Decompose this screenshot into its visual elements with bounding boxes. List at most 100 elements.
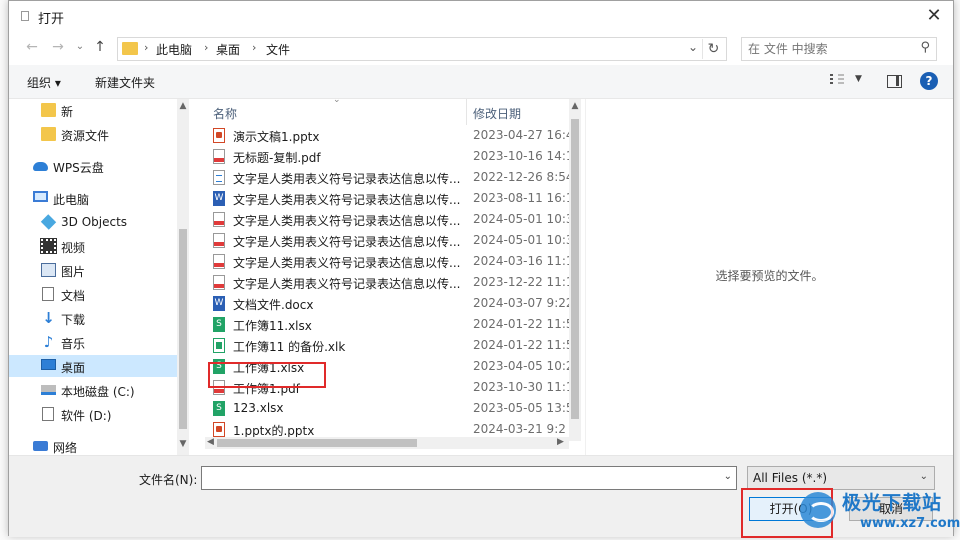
nav-item-label: 本地磁盘 (C:) bbox=[61, 385, 135, 399]
breadcrumb-folder[interactable]: 文件 bbox=[266, 41, 290, 58]
organize-button[interactable]: 组织 ▾ bbox=[27, 74, 61, 91]
file-date: 2024-05-01 10:3 bbox=[473, 233, 569, 247]
file-date: 2022-12-26 8:54 bbox=[473, 170, 569, 184]
pdf-file-icon bbox=[213, 380, 225, 395]
3d-objects-icon bbox=[40, 214, 57, 230]
scroll-thumb[interactable] bbox=[179, 229, 187, 429]
pdf-file-icon bbox=[213, 254, 225, 269]
chevron-down-icon[interactable]: ⌄ bbox=[724, 471, 732, 482]
scroll-up-icon[interactable]: ▲ bbox=[177, 101, 189, 111]
file-name: 文字是人类用表义符号记录表达信息以传... bbox=[233, 214, 461, 228]
scroll-up-icon[interactable]: ▲ bbox=[569, 101, 581, 111]
nav-item-new[interactable]: 新 bbox=[9, 99, 177, 121]
file-list: ⌄ 名称 修改日期 演示文稿1.pptx 2023-04-27 16:4 无标题-复… bbox=[205, 99, 581, 455]
column-name[interactable]: 名称 bbox=[213, 105, 237, 122]
sort-indicator-icon: ⌄ bbox=[333, 99, 341, 105]
file-list-hscrollbar[interactable]: ◀ ▶ bbox=[205, 437, 569, 449]
nav-item-drive-c[interactable]: 本地磁盘 (C:) bbox=[9, 379, 177, 401]
scroll-thumb[interactable] bbox=[217, 439, 417, 447]
column-date[interactable]: 修改日期 bbox=[473, 105, 521, 122]
file-row[interactable]: 文字是人类用表义符号记录表达信息以传... 2023-08-11 16:1 bbox=[205, 188, 569, 209]
scroll-right-icon[interactable]: ▶ bbox=[557, 437, 564, 447]
recent-dropdown-icon[interactable]: ⌄ bbox=[71, 38, 89, 56]
help-icon[interactable]: ? bbox=[920, 72, 938, 90]
nav-item-downloads[interactable]: ↓ 下载 bbox=[9, 307, 177, 329]
filename-field[interactable]: ⌄ bbox=[201, 466, 737, 490]
nav-item-3d-objects[interactable]: 3D Objects bbox=[9, 211, 177, 233]
search-field[interactable]: ⚲ bbox=[741, 37, 937, 61]
nav-item-label: 此电脑 bbox=[53, 193, 90, 207]
scroll-thumb[interactable] bbox=[571, 119, 579, 419]
watermark-url: www.xz7.com bbox=[860, 516, 960, 531]
nav-item-this-pc[interactable]: 此电脑 bbox=[9, 187, 177, 209]
chevron-down-icon[interactable]: ⌄ bbox=[688, 40, 698, 54]
nav-item-wps-cloud[interactable]: WPS云盘 bbox=[9, 155, 177, 177]
pptx-file-icon bbox=[213, 128, 225, 143]
file-row[interactable]: 工作簿1.xlsx 2023-04-05 10:2 bbox=[205, 356, 569, 377]
nav-item-label: 资源文件 bbox=[61, 129, 110, 143]
file-row[interactable]: 工作簿11.xlsx 2024-01-22 11:5 bbox=[205, 314, 569, 335]
command-bar: 组织 ▾ 新建文件夹 ▼ ? bbox=[9, 65, 953, 99]
folder-icon bbox=[122, 42, 138, 55]
scroll-down-icon[interactable]: ▼ bbox=[177, 439, 189, 449]
file-row[interactable]: 文字是人类用表义符号记录表达信息以传... 2024-05-01 10:3 bbox=[205, 230, 569, 251]
file-row[interactable]: 工作簿1.pdf 2023-10-30 11:1 bbox=[205, 377, 569, 398]
pictures-icon bbox=[41, 263, 56, 277]
nav-item-music[interactable]: ♪ 音乐 bbox=[9, 331, 177, 353]
docx-file-icon bbox=[213, 296, 225, 311]
close-button[interactable]: ✕ bbox=[923, 5, 945, 27]
refresh-icon[interactable]: ↻ bbox=[702, 39, 724, 59]
breadcrumb-desktop[interactable]: 桌面 bbox=[216, 41, 240, 58]
chevron-down-icon[interactable]: ⌄ bbox=[920, 471, 928, 482]
preview-pane-icon[interactable] bbox=[887, 75, 902, 88]
file-row[interactable]: 文字是人类用表义符号记录表达信息以传... 2024-05-01 10:3 bbox=[205, 209, 569, 230]
file-row[interactable]: 文字是人类用表义符号记录表达信息以传... 2024-03-16 11:1 bbox=[205, 251, 569, 272]
nav-item-pictures[interactable]: 图片 bbox=[9, 259, 177, 281]
nav-item-label: 桌面 bbox=[61, 361, 86, 375]
file-list-scrollbar[interactable]: ▲ bbox=[569, 99, 581, 441]
nav-item-resources[interactable]: 资源文件 bbox=[9, 123, 177, 145]
new-folder-button[interactable]: 新建文件夹 bbox=[95, 74, 155, 91]
file-row[interactable]: 无标题-复制.pdf 2023-10-16 14:1 bbox=[205, 146, 569, 167]
nav-item-label: 音乐 bbox=[61, 337, 86, 351]
network-icon bbox=[33, 441, 48, 451]
file-row[interactable]: 文字是人类用表义符号记录表达信息以传... 2023-12-22 11:1 bbox=[205, 272, 569, 293]
preview-message: 选择要预览的文件。 bbox=[715, 269, 824, 283]
nav-item-label: 网络 bbox=[53, 441, 78, 455]
desktop-icon bbox=[41, 359, 56, 370]
chevron-down-icon[interactable]: ▼ bbox=[855, 74, 862, 84]
nav-item-drive-d[interactable]: 软件 (D:) bbox=[9, 403, 177, 425]
folder-icon bbox=[41, 127, 56, 141]
breadcrumb-separator[interactable]: › bbox=[252, 41, 256, 54]
filename-input[interactable] bbox=[206, 470, 706, 486]
file-name: 工作簿1.pdf bbox=[233, 382, 300, 396]
docx-file-icon bbox=[213, 191, 225, 206]
column-divider[interactable] bbox=[466, 99, 467, 125]
file-row[interactable]: 工作簿11 的备份.xlk 2024-01-22 11:5 bbox=[205, 335, 569, 356]
view-options-icon[interactable] bbox=[830, 74, 844, 86]
back-arrow-icon[interactable]: ← bbox=[23, 38, 41, 56]
file-row[interactable]: 演示文稿1.pptx 2023-04-27 16:4 bbox=[205, 125, 569, 146]
file-row[interactable]: 文字是人类用表义符号记录表达信息以传... 2022-12-26 8:54 bbox=[205, 167, 569, 188]
watermark-title: 极光下载站 bbox=[842, 492, 943, 514]
breadcrumb-separator[interactable]: › bbox=[144, 41, 148, 54]
nav-item-network[interactable]: 网络 bbox=[9, 435, 177, 455]
filename-label: 文件名(N): bbox=[139, 473, 198, 487]
nav-item-documents[interactable]: 文档 bbox=[9, 283, 177, 305]
filetype-value: All Files (*.*) bbox=[753, 471, 828, 485]
preview-pane: 选择要预览的文件。 bbox=[585, 99, 953, 455]
nav-item-videos[interactable]: 视频 bbox=[9, 235, 177, 257]
breadcrumb-this-pc[interactable]: 此电脑 bbox=[156, 41, 192, 58]
scroll-left-icon[interactable]: ◀ bbox=[207, 437, 214, 447]
search-input[interactable] bbox=[748, 41, 908, 57]
forward-arrow-icon[interactable]: → bbox=[49, 38, 67, 56]
file-row[interactable]: 123.xlsx 2023-05-05 13:5 bbox=[205, 398, 569, 419]
file-row[interactable]: 文档文件.docx 2024-03-07 9:22 bbox=[205, 293, 569, 314]
drive-icon bbox=[41, 385, 56, 395]
nav-item-desktop[interactable]: 桌面 bbox=[9, 355, 177, 377]
breadcrumb-separator[interactable]: › bbox=[204, 41, 208, 54]
up-arrow-icon[interactable]: ↑ bbox=[91, 38, 109, 56]
nav-scrollbar[interactable]: ▲ ▼ bbox=[177, 99, 189, 455]
address-bar[interactable]: › 此电脑 › 桌面 › 文件 ⌄ ↻ bbox=[117, 37, 727, 61]
pdf-file-icon bbox=[213, 212, 225, 227]
